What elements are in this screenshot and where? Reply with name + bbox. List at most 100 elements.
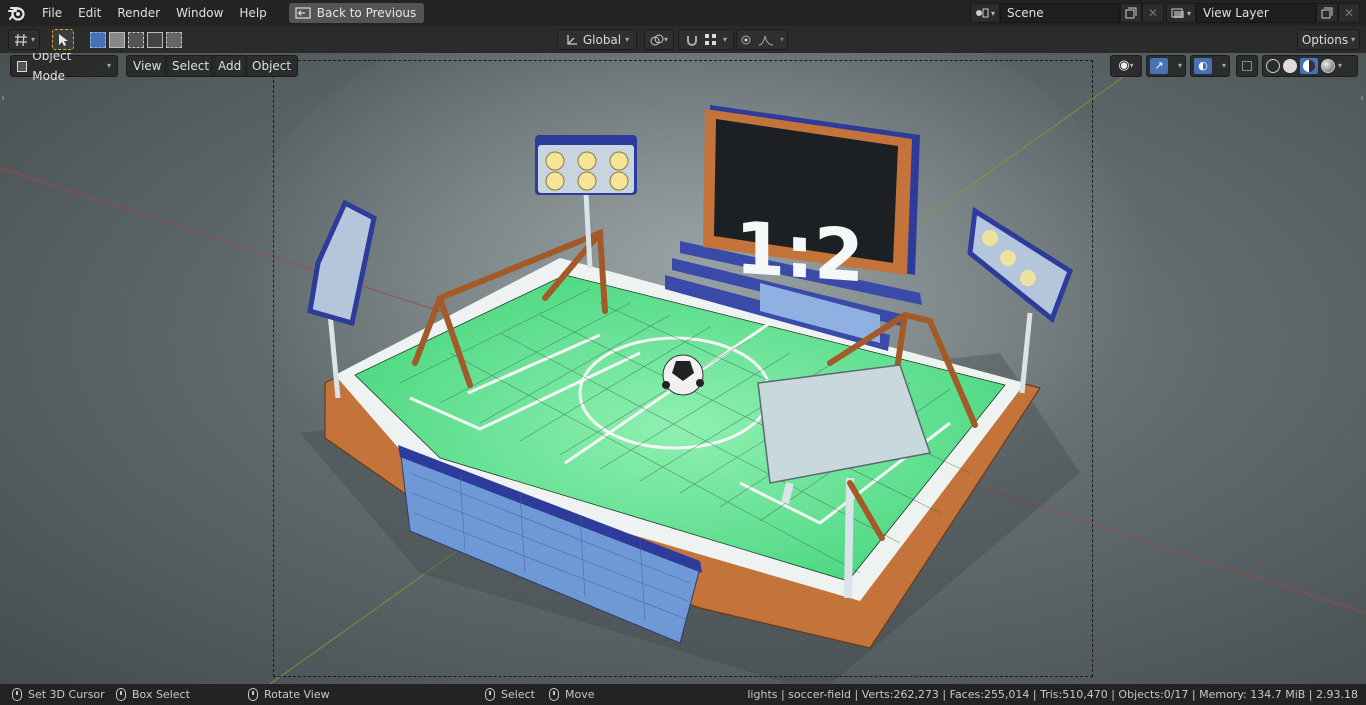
status-hint-label: Move	[565, 688, 595, 701]
status-hint-box-select: Box Select	[116, 684, 190, 705]
new-view-layer-button[interactable]	[1316, 3, 1338, 23]
transform-orientation-dropdown[interactable]: Global ▾	[557, 29, 637, 50]
editor-type-button[interactable]: ▾	[8, 29, 40, 50]
view-layer-browse-button[interactable]: ▾	[1166, 3, 1196, 23]
status-bar: Set 3D Cursor Box Select Rotate View Sel…	[0, 684, 1366, 705]
view-layer-selector: ▾ View Layer ✕	[1166, 3, 1360, 23]
status-hint-rotate-view: Rotate View	[248, 684, 330, 705]
chevron-down-icon: ▾	[779, 35, 784, 44]
new-scene-button[interactable]	[1120, 3, 1142, 23]
select-tool-button[interactable]	[52, 29, 74, 50]
select-subtract-icon[interactable]	[128, 31, 144, 48]
object-mode-dropdown[interactable]: Object Mode ▾	[10, 53, 118, 83]
close-icon: ✕	[1343, 6, 1355, 20]
scene-browse-button[interactable]: ▾	[970, 3, 1000, 23]
menu-file[interactable]: File	[34, 0, 70, 26]
duplicate-icon	[1321, 7, 1333, 19]
chevron-down-icon: ▾	[1129, 61, 1134, 70]
viewport-menu-view[interactable]: View	[126, 55, 169, 77]
mouse-icon	[485, 688, 495, 701]
back-to-previous-button[interactable]: Back to Previous	[288, 3, 425, 23]
orientation-icon	[567, 34, 577, 45]
menu-edit[interactable]: Edit	[70, 0, 109, 26]
scene-name-field[interactable]: Scene	[1000, 3, 1120, 23]
toolbar-expand-arrow-icon[interactable]: ›	[1, 93, 5, 104]
scene-selector: ▾ Scene ✕	[970, 3, 1164, 23]
cursor-tool-icon	[59, 33, 68, 46]
close-icon: ✕	[1147, 6, 1159, 20]
status-hint-label: Select	[501, 688, 535, 701]
viewport-menu-select[interactable]: Select	[165, 55, 217, 77]
eye-icon: ◉	[1118, 58, 1130, 73]
object-mode-icon	[17, 60, 28, 72]
select-intersect-icon[interactable]	[166, 31, 182, 48]
chevron-down-icon: ▾	[1338, 61, 1343, 70]
mouse-icon	[248, 688, 258, 701]
chevron-down-icon: ▾	[30, 35, 35, 44]
selection-mode-group	[88, 29, 184, 50]
mouse-icon	[12, 688, 22, 701]
back-to-previous-label: Back to Previous	[316, 6, 417, 20]
3d-viewport[interactable]: 1:2 Object Mode ▾ View Select Add Object…	[0, 53, 1366, 684]
scene-statistics: lights | soccer-field | Verts:262,273 | …	[747, 688, 1358, 701]
chevron-down-icon: ▾	[106, 61, 111, 70]
wireframe-shading-icon[interactable]	[1266, 59, 1280, 73]
status-hint-label: Set 3D Cursor	[28, 688, 105, 701]
gizmo-dropdown[interactable]: ↗ ▾	[1146, 55, 1186, 77]
material-shading-icon[interactable]	[1300, 58, 1318, 74]
object-mode-label: Object Mode	[32, 53, 72, 83]
viewport-menu-add[interactable]: Add	[211, 55, 249, 77]
pivot-icon	[650, 34, 664, 45]
menu-window[interactable]: Window	[168, 0, 231, 26]
solid-shading-icon[interactable]	[1283, 59, 1297, 73]
overlays-dropdown[interactable]: ◐ ▾	[1190, 55, 1230, 77]
chevron-down-icon: ▾	[625, 35, 630, 44]
pivot-point-dropdown[interactable]: ▾	[644, 29, 674, 50]
transform-orientation-label: Global	[582, 32, 622, 47]
scene-icon	[975, 8, 989, 18]
snap-group: ▾	[678, 29, 734, 50]
mouse-icon	[549, 688, 559, 701]
view-layer-icon	[1171, 8, 1184, 18]
options-dropdown[interactable]: Options ▾	[1297, 29, 1360, 50]
chevron-down-icon: ▾	[1186, 8, 1191, 18]
status-hint-set-cursor: Set 3D Cursor	[12, 684, 105, 705]
xray-toggle[interactable]	[1236, 55, 1258, 77]
falloff-icon[interactable]	[758, 34, 774, 46]
overlays-icon: ◐	[1194, 58, 1212, 74]
proportional-icon[interactable]	[740, 34, 752, 46]
chevron-down-icon: ▾	[1177, 61, 1182, 70]
delete-view-layer-button[interactable]: ✕	[1338, 3, 1360, 23]
chevron-down-icon: ▾	[1351, 35, 1356, 44]
top-menu-bar: File Edit Render Window Help Back to Pre…	[0, 0, 1366, 26]
select-extend-icon[interactable]	[109, 31, 125, 48]
xray-icon	[1242, 61, 1252, 71]
viewport-shading-group: ▾	[1262, 55, 1358, 77]
chevron-down-icon: ▾	[1221, 61, 1226, 70]
select-invert-icon[interactable]	[147, 31, 163, 48]
proportional-editing-group: ▾	[736, 29, 788, 50]
menu-render[interactable]: Render	[109, 0, 168, 26]
camera-frame	[273, 60, 1093, 677]
gizmo-icon: ↗	[1150, 58, 1168, 74]
menu-help[interactable]: Help	[231, 0, 274, 26]
snap-increment-icon[interactable]	[704, 33, 718, 47]
rendered-shading-icon[interactable]	[1321, 59, 1335, 73]
3d-viewport-icon	[14, 33, 27, 46]
status-hint-label: Rotate View	[264, 688, 330, 701]
sidebar-expand-arrow-icon[interactable]: ‹	[1360, 93, 1364, 104]
back-icon	[295, 7, 311, 19]
blender-logo-icon[interactable]	[0, 0, 34, 26]
duplicate-icon	[1125, 7, 1137, 19]
visibility-dropdown[interactable]: ◉ ▾	[1110, 55, 1142, 77]
select-new-icon[interactable]	[90, 31, 106, 48]
chevron-down-icon: ▾	[663, 35, 668, 44]
delete-scene-button[interactable]: ✕	[1142, 3, 1164, 23]
viewport-header: Object Mode ▾ View Select Add Object ◉ ▾…	[0, 53, 1366, 83]
chevron-down-icon: ▾	[722, 35, 727, 44]
snap-icon[interactable]	[685, 33, 699, 47]
view-layer-name-field[interactable]: View Layer	[1196, 3, 1316, 23]
viewport-menu-object[interactable]: Object	[245, 55, 299, 77]
mouse-icon	[116, 688, 126, 701]
status-hint-label: Box Select	[132, 688, 190, 701]
